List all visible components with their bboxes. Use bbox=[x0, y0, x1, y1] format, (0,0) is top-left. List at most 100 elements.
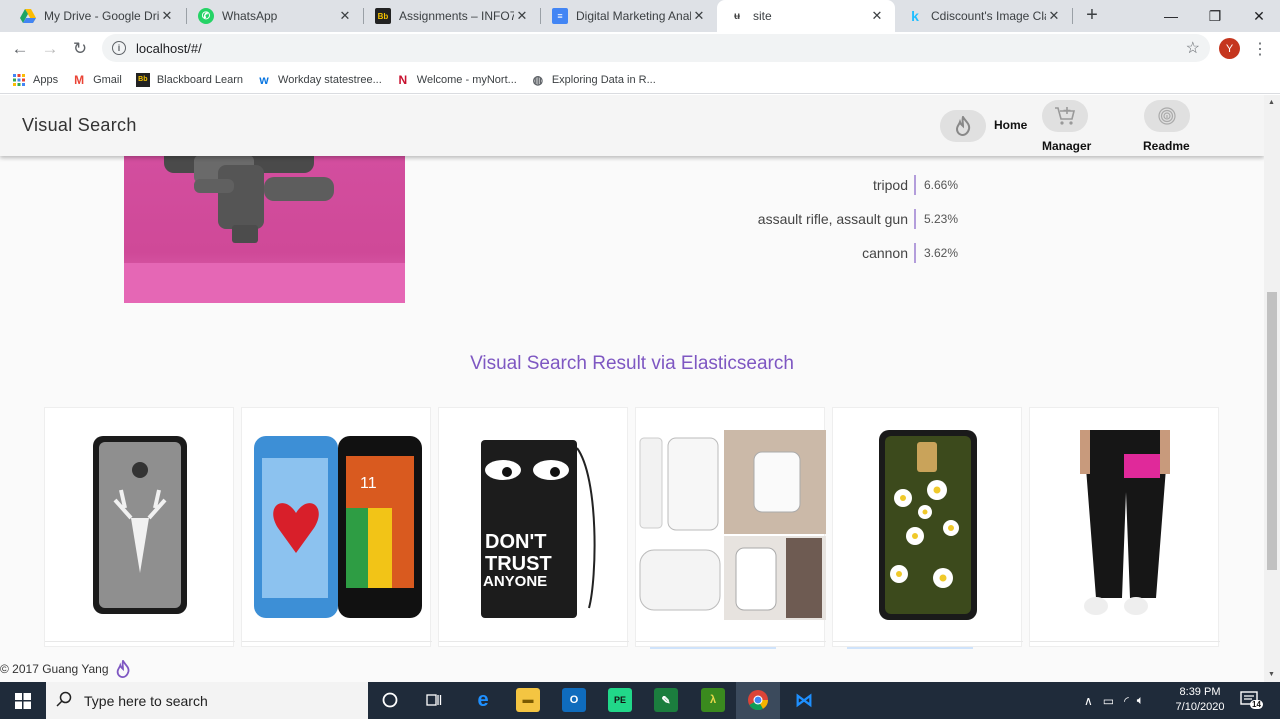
forward-button[interactable]: → bbox=[38, 37, 62, 61]
close-icon[interactable]: ✕ bbox=[691, 8, 707, 24]
close-icon[interactable]: ✕ bbox=[869, 8, 885, 24]
card-divider bbox=[439, 641, 629, 642]
nav-manager[interactable]: Manager bbox=[1042, 139, 1091, 153]
bookmarks-bar: Apps M Gmail Bb Blackboard Learn w Workd… bbox=[0, 66, 1280, 94]
dont-trust-anyone-wallet-image: DON'T TRUST ANYONE bbox=[481, 440, 596, 618]
fingerprint-nav-icon[interactable] bbox=[1144, 100, 1190, 132]
notification-icon[interactable]: 14 bbox=[1238, 688, 1263, 712]
close-window-button[interactable]: ✕ bbox=[1236, 0, 1280, 32]
new-tab-button[interactable]: + bbox=[1082, 4, 1102, 28]
tab-site[interactable]: ʉ site ✕ bbox=[717, 0, 895, 32]
minimize-button[interactable]: — bbox=[1148, 0, 1194, 32]
deer-phone-case-image bbox=[93, 436, 187, 614]
scrollbar-thumb[interactable] bbox=[1267, 292, 1277, 570]
bookmark-label: Workday statestree... bbox=[278, 73, 382, 86]
northeastern-icon: N bbox=[398, 72, 408, 87]
info-icon[interactable]: i bbox=[112, 41, 126, 55]
blackboard-icon: Bb bbox=[135, 72, 150, 87]
tab-assignments[interactable]: Bb Assignments – INFO7374 ✕ bbox=[363, 0, 540, 32]
bookmark-label: Welcome - myNort... bbox=[416, 73, 517, 86]
card-divider bbox=[636, 641, 826, 642]
flame-icon bbox=[116, 659, 129, 678]
tab-digital-marketing[interactable]: ≡ Digital Marketing Analytics ✕ bbox=[540, 0, 717, 32]
vscode-icon[interactable]: ⋈ bbox=[792, 688, 816, 712]
taskbar-search-input[interactable]: Type here to search bbox=[46, 682, 368, 719]
bookmark-gmail[interactable]: M Gmail bbox=[72, 73, 122, 87]
footer-copyright: © 2017 Guang Yang bbox=[0, 661, 109, 676]
page-scrollbar[interactable]: ▲ ▼ bbox=[1264, 95, 1280, 682]
card-text-line: ANYONE bbox=[483, 573, 547, 590]
bookmark-exploring-data[interactable]: ◍ Exploring Data in R... bbox=[531, 73, 656, 87]
cortana-icon[interactable] bbox=[378, 688, 402, 712]
cart-nav-icon[interactable] bbox=[1042, 100, 1088, 132]
result-card[interactable] bbox=[832, 407, 1023, 649]
bookmark-workday[interactable]: w Workday statestree... bbox=[257, 73, 382, 87]
heart-phone-case-image: 11 bbox=[254, 436, 422, 618]
bookmark-apps[interactable]: Apps bbox=[12, 73, 58, 87]
volume-icon[interactable]: 🔈︎ bbox=[1137, 693, 1144, 708]
profile-avatar[interactable]: Y bbox=[1219, 38, 1240, 59]
windows-start-icon[interactable] bbox=[0, 682, 46, 719]
scroll-up-icon[interactable]: ▲ bbox=[1268, 99, 1275, 106]
home-nav-icon[interactable] bbox=[940, 110, 986, 142]
scroll-down-icon[interactable]: ▼ bbox=[1268, 671, 1275, 678]
result-card[interactable] bbox=[1029, 407, 1220, 647]
excel-icon[interactable]: ✎ bbox=[654, 688, 678, 712]
nav-readme[interactable]: Readme bbox=[1143, 139, 1190, 153]
tab-cdiscount[interactable]: k Cdiscount's Image Classification ✕ bbox=[895, 0, 1072, 32]
edge-icon[interactable]: e bbox=[471, 688, 495, 712]
gmail-icon: M bbox=[74, 72, 85, 87]
chevron-up-icon[interactable]: ∧ bbox=[1084, 694, 1093, 708]
file-explorer-icon[interactable]: ▬ bbox=[516, 688, 540, 712]
close-icon[interactable]: ✕ bbox=[1046, 8, 1062, 24]
bookmark-label: Blackboard Learn bbox=[156, 73, 244, 86]
task-view-icon[interactable] bbox=[422, 688, 446, 712]
blackboard-icon: Bb bbox=[375, 8, 391, 24]
result-card[interactable] bbox=[635, 407, 826, 649]
reload-button[interactable]: ↻ bbox=[68, 37, 92, 61]
app-header: Visual Search Home Manager Readme bbox=[0, 95, 1264, 156]
rstudio-icon[interactable]: λ bbox=[701, 688, 725, 712]
card-text-line: TRUST bbox=[485, 553, 552, 575]
bookmark-blackboard[interactable]: Bb Blackboard Learn bbox=[135, 72, 244, 87]
prediction-label: tripod bbox=[872, 177, 908, 193]
notification-count: 14 bbox=[1250, 700, 1263, 709]
tab-title: Digital Marketing Analytics bbox=[576, 9, 691, 23]
taskbar-clock[interactable]: 8:39 PM 7/10/2020 bbox=[1170, 685, 1230, 715]
tab-title: WhatsApp bbox=[222, 9, 278, 23]
globe-icon: ◍ bbox=[532, 72, 544, 87]
menu-kebab-icon[interactable]: ⋮ bbox=[1252, 39, 1268, 59]
bookmark-star-icon[interactable]: ☆ bbox=[1186, 38, 1200, 58]
nav-home[interactable]: Home bbox=[994, 118, 1027, 132]
wifi-icon[interactable]: ◜ bbox=[1124, 694, 1129, 708]
close-icon[interactable]: ✕ bbox=[514, 8, 530, 24]
tab-whatsapp[interactable]: ✆ WhatsApp ✕ bbox=[186, 0, 363, 32]
tab-title: Cdiscount's Image Classification bbox=[931, 9, 1046, 23]
bookmark-label: Gmail bbox=[93, 73, 122, 86]
outlook-icon[interactable]: O bbox=[562, 688, 586, 712]
back-button[interactable]: ← bbox=[8, 37, 32, 61]
prediction-bar bbox=[914, 243, 916, 263]
tab-title: site bbox=[753, 9, 772, 23]
result-card[interactable]: DON'T TRUST ANYONE bbox=[438, 407, 629, 647]
pycharm-icon[interactable]: PE bbox=[608, 688, 632, 712]
chrome-icon[interactable] bbox=[746, 688, 770, 712]
bookmark-label: Exploring Data in R... bbox=[551, 73, 656, 86]
card-divider bbox=[1030, 641, 1220, 642]
tab-google-drive[interactable]: My Drive - Google Drive ✕ bbox=[8, 0, 185, 32]
prediction-row: cannon 3.62% bbox=[620, 241, 980, 265]
url-text: localhost/#/ bbox=[136, 40, 202, 56]
browser-toolbar: ← → ↻ i localhost/#/ ☆ Y ⋮ bbox=[0, 32, 1280, 66]
bookmark-mynortheastern[interactable]: N Welcome - myNort... bbox=[396, 72, 517, 87]
apps-grid-icon bbox=[12, 73, 26, 87]
close-icon[interactable]: ✕ bbox=[159, 8, 175, 24]
app-brand[interactable]: Visual Search bbox=[22, 115, 137, 136]
search-icon bbox=[56, 691, 72, 710]
address-bar[interactable]: i localhost/#/ ☆ bbox=[102, 34, 1210, 62]
result-card[interactable] bbox=[44, 407, 235, 647]
result-card[interactable]: 11 bbox=[241, 407, 432, 647]
battery-icon[interactable]: ▭ bbox=[1103, 694, 1114, 708]
close-icon[interactable]: ✕ bbox=[337, 8, 353, 24]
restore-button[interactable]: ❐ bbox=[1192, 0, 1238, 32]
tab-divider bbox=[1072, 8, 1073, 24]
